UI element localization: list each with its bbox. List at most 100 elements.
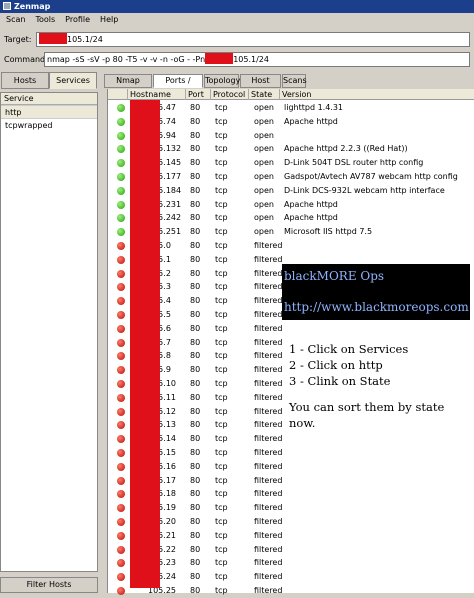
- proto-cell: tcp: [215, 337, 228, 347]
- promo-brand: blackMORE Ops: [284, 269, 385, 283]
- state-cell: filtered: [254, 268, 282, 278]
- state-cell: filtered: [254, 544, 282, 554]
- status-dot-icon: [117, 490, 125, 499]
- proto-cell: tcp: [215, 434, 228, 444]
- status-dot-icon: [117, 145, 125, 154]
- port-cell: 80: [190, 406, 201, 416]
- command-prefix: nmap -sS -sV -p 80 -T5 -v -v -n -oG - -P…: [47, 55, 206, 64]
- table-row[interactable]: 105.132 80 tcp open Apache httpd 2.2.3 ((Red…: [108, 142, 474, 156]
- table-row[interactable]: 105.177 80 tcp open Gadspot/Avtech AV787 web…: [108, 170, 474, 184]
- proto-cell: tcp: [215, 530, 228, 540]
- port-cell: 80: [190, 434, 201, 444]
- proto-cell: tcp: [215, 351, 228, 361]
- port-cell: 80: [190, 158, 201, 168]
- table-row[interactable]: 105.14 80 tcp filtered: [108, 432, 474, 446]
- status-dot-icon: [117, 214, 125, 223]
- menu-scan[interactable]: Scan: [6, 15, 25, 24]
- hostname-column-header[interactable]: Hostname: [128, 89, 186, 100]
- table-row[interactable]: 105.23 80 tcp filtered: [108, 556, 474, 570]
- port-cell: 80: [190, 337, 201, 347]
- state-cell: filtered: [254, 254, 282, 264]
- table-row[interactable]: 105.15 80 tcp filtered: [108, 446, 474, 460]
- status-dot-icon: [117, 366, 125, 375]
- proto-cell: tcp: [215, 503, 228, 513]
- status-dot-icon: [117, 531, 125, 540]
- table-row[interactable]: 105.94 80 tcp open: [108, 129, 474, 143]
- status-dot-icon: [117, 449, 125, 457]
- menu-help[interactable]: Help: [100, 15, 118, 24]
- menu-profile[interactable]: Profile: [65, 15, 90, 24]
- promo-banner: blackMORE Ops http://www.blackmoreops.co…: [282, 264, 470, 320]
- target-value: 105.1/24: [67, 35, 103, 44]
- proto-cell: tcp: [215, 158, 228, 168]
- version-cell: [282, 570, 474, 584]
- port-cell: 80: [190, 282, 201, 292]
- proto-cell: tcp: [215, 448, 228, 457]
- version-column-header[interactable]: Version: [280, 89, 474, 100]
- table-row[interactable]: 105.47 80 tcp open lighttpd 1.4.31: [108, 101, 474, 115]
- target-input[interactable]: 105.1/24: [36, 32, 470, 47]
- table-row[interactable]: 105.22 80 tcp filtered: [108, 543, 474, 557]
- status-dot-icon: [117, 559, 125, 568]
- tab-ports-hosts[interactable]: Ports / Hosts: [153, 74, 203, 97]
- table-row[interactable]: 105.20 80 tcp filtered: [108, 515, 474, 529]
- table-row[interactable]: 105.184 80 tcp open D-Link DCS-932L webcam h…: [108, 184, 474, 198]
- service-item-tcpwrapped[interactable]: tcpwrapped: [1, 119, 97, 133]
- state-cell: open: [254, 213, 274, 223]
- services-button[interactable]: Services: [49, 72, 97, 89]
- state-cell: filtered: [254, 310, 282, 319]
- state-cell: filtered: [254, 296, 282, 306]
- sidebar: Hosts Services Service http tcpwrapped F…: [0, 72, 100, 593]
- tab-host-details[interactable]: Host Details: [240, 74, 281, 97]
- state-cell: filtered: [254, 475, 282, 485]
- filter-hosts-button[interactable]: Filter Hosts: [0, 577, 98, 593]
- tab-bar: Nmap Output Ports / Hosts Topology Host …: [104, 74, 474, 97]
- status-dot-icon: [117, 324, 125, 333]
- command-input[interactable]: nmap -sS -sV -p 80 -T5 -v -v -n -oG - -P…: [44, 52, 470, 67]
- state-cell: filtered: [254, 572, 282, 582]
- table-row[interactable]: 105.24 80 tcp filtered: [108, 570, 474, 584]
- service-column-header[interactable]: Service: [1, 93, 97, 105]
- state-column-header[interactable]: State: [249, 89, 280, 100]
- version-cell: Apache httpd: [284, 199, 338, 209]
- table-row[interactable]: 105.145 80 tcp open D-Link 504T DSL router h…: [108, 156, 474, 170]
- table-row[interactable]: 105.21 80 tcp filtered: [108, 529, 474, 543]
- table-row[interactable]: 105.18 80 tcp filtered: [108, 487, 474, 501]
- tab-scans[interactable]: Scans: [282, 74, 307, 88]
- table-row[interactable]: 105.231 80 tcp open Apache httpd: [108, 198, 474, 212]
- table-row[interactable]: 105.080tcpfiltered: [108, 239, 474, 253]
- port-cell: 80: [190, 489, 201, 499]
- tab-nmap-output[interactable]: Nmap Output: [104, 74, 152, 97]
- status-dot-icon: [117, 587, 125, 595]
- table-row[interactable]: 105.16 80 tcp filtered: [108, 460, 474, 474]
- version-cell: [282, 584, 474, 598]
- instruction-step-2: 2 - Click on http: [289, 358, 383, 372]
- proto-cell: tcp: [215, 572, 228, 582]
- port-cell: 80: [190, 572, 201, 582]
- table-row[interactable]: 105.251 80 tcp open Microsoft IIS httpd 7.5: [108, 225, 474, 239]
- protocol-column-header[interactable]: Protocol: [211, 89, 249, 100]
- table-row[interactable]: 105.680tcpfiltered: [108, 322, 474, 336]
- proto-cell: tcp: [215, 296, 228, 306]
- service-item-http[interactable]: http: [1, 105, 97, 119]
- hosts-button[interactable]: Hosts: [1, 72, 49, 89]
- version-cell: Apache httpd: [284, 116, 338, 126]
- table-row[interactable]: 105.19 80 tcp filtered: [108, 501, 474, 515]
- status-column-header[interactable]: [108, 89, 128, 100]
- port-column-header[interactable]: Port: [186, 89, 211, 100]
- instruction-note: You can sort them by state now.: [289, 400, 445, 430]
- port-cell: 80: [190, 461, 201, 471]
- table-row[interactable]: 105.17 80 tcp filtered: [108, 474, 474, 488]
- table-row[interactable]: 105.74 80 tcp open Apache httpd: [108, 115, 474, 129]
- tab-topology[interactable]: Topology: [204, 74, 240, 88]
- status-dot-icon: [117, 352, 125, 361]
- version-cell: [282, 239, 474, 253]
- table-row[interactable]: 105.25 80 tcp filtered: [108, 584, 474, 598]
- status-dot-icon: [117, 573, 125, 582]
- proto-cell: tcp: [215, 254, 228, 264]
- menu-tools[interactable]: Tools: [35, 15, 55, 24]
- version-cell: [282, 460, 474, 474]
- table-row[interactable]: 105.242 80 tcp open Apache httpd: [108, 211, 474, 225]
- port-cell: 80: [190, 227, 201, 237]
- version-cell: Apache httpd: [284, 213, 338, 223]
